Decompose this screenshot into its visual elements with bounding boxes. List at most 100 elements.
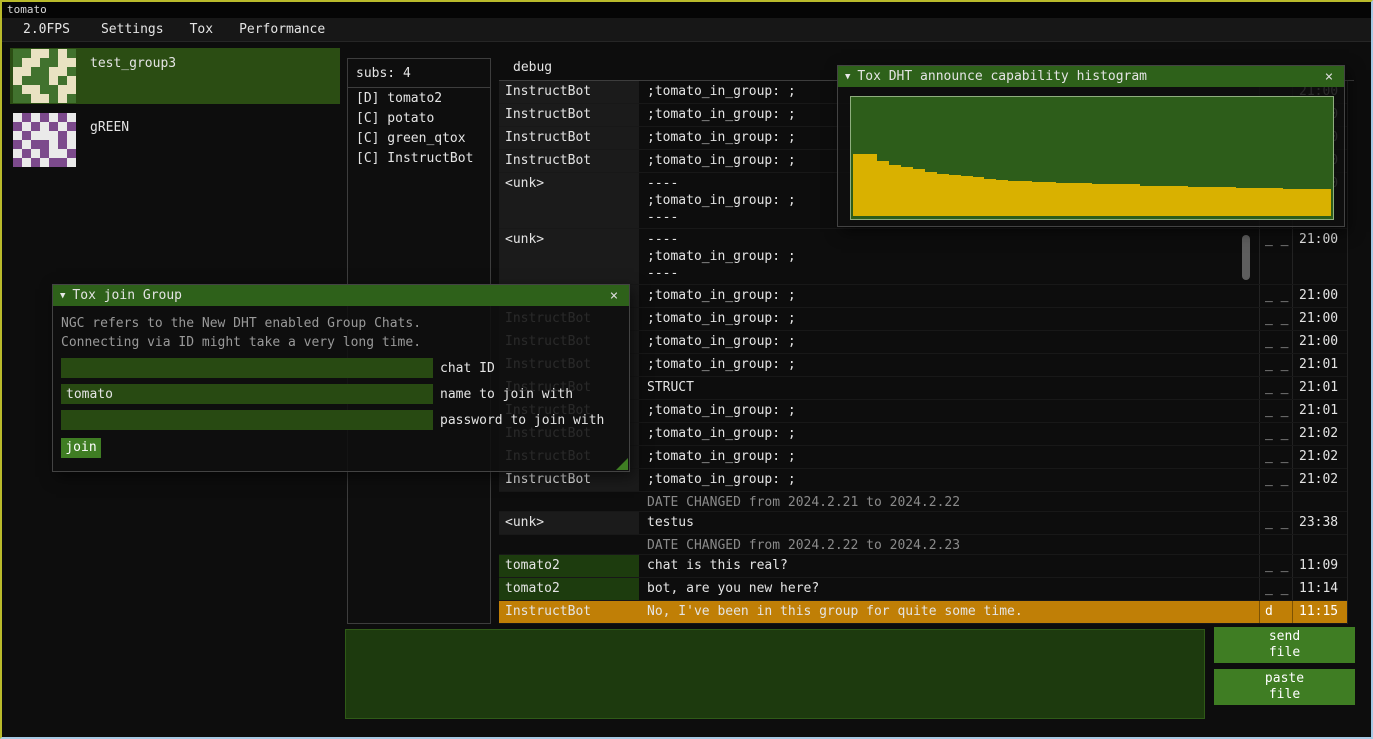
chat-row-author: InstructBot [499, 81, 639, 103]
histogram-bar [1295, 189, 1307, 216]
window-titlebar: tomato [2, 2, 1371, 18]
menu-item[interactable]: Settings [88, 18, 177, 41]
collapse-arrow-icon[interactable]: ▼ [845, 72, 850, 82]
message-input[interactable] [345, 629, 1205, 719]
join-input-label: chat ID [440, 361, 495, 376]
histogram-bar [961, 176, 973, 216]
subs-list-item[interactable]: [C] green_qtox [348, 128, 490, 148]
histogram-bar [1259, 188, 1271, 216]
histogram-bar [1116, 184, 1128, 216]
subs-list-item[interactable]: [D] tomato2 [348, 88, 490, 108]
group-list-item[interactable]: gREEN [10, 112, 340, 168]
join-group-window: ▼ Tox join Group × NGC refers to the New… [52, 284, 630, 472]
group-list: test_group3 gREEN [10, 48, 340, 176]
histogram-bar [1140, 186, 1152, 216]
group-list-item[interactable]: test_group3 [10, 48, 340, 104]
group-avatar [13, 49, 76, 103]
histogram-bar [973, 177, 985, 216]
chat-row-time: 21:02 [1292, 469, 1347, 491]
chat-row: <unk> testus _ _ 23:38 [499, 512, 1347, 535]
chat-row-author: <unk> [499, 512, 639, 534]
join-field-row: password to join with [61, 410, 621, 430]
chat-row-time: 21:01 [1292, 400, 1347, 422]
histogram-bar [913, 169, 925, 216]
chat-row-time: 11:09 [1292, 555, 1347, 577]
histogram-window-title: Tox DHT announce capability histogram [857, 69, 1321, 84]
chat-row-flags: _ _ [1259, 354, 1292, 376]
chat-row-time: 21:01 [1292, 354, 1347, 376]
chat-row-message: ---- ;tomato_in_group: ; ---- [639, 229, 1259, 284]
histogram-bar [1212, 187, 1224, 216]
chat-row-flags: _ _ [1259, 469, 1292, 491]
join-input[interactable] [61, 410, 433, 430]
chat-row-flags: _ _ [1259, 512, 1292, 534]
histogram-bar [889, 165, 901, 216]
resize-grip-icon[interactable] [616, 458, 628, 470]
join-input[interactable]: tomato [61, 384, 433, 404]
menu-item[interactable]: Tox [177, 18, 226, 41]
group-name: test_group3 [90, 56, 176, 71]
chat-row-flags: _ _ [1259, 555, 1292, 577]
histogram-bar [901, 167, 913, 216]
chat-row-author: <unk> [499, 173, 639, 228]
subs-list: [D] tomato2 [C] potato [C] green_qtox [C… [348, 88, 490, 168]
chat-row-author: InstructBot [499, 150, 639, 172]
histogram-bar [1247, 188, 1259, 216]
histogram-window-titlebar[interactable]: ▼ Tox DHT announce capability histogram … [838, 66, 1344, 87]
chat-row-author: InstructBot [499, 601, 639, 623]
histogram-bar [1319, 189, 1331, 216]
join-button[interactable]: join [61, 438, 101, 458]
histogram-bar [1164, 186, 1176, 216]
subs-list-item[interactable]: [C] InstructBot [348, 148, 490, 168]
collapse-arrow-icon[interactable]: ▼ [60, 291, 65, 301]
histogram-bar [1224, 187, 1236, 216]
histogram-bar [1020, 181, 1032, 216]
join-info-line2: Connecting via ID might take a very long… [61, 333, 621, 352]
chat-row-message: No, I've been in this group for quite so… [639, 601, 1259, 623]
join-fields: chat ID tomato name to join with passwor… [61, 358, 621, 430]
histogram-bar [1152, 186, 1164, 216]
histogram-bar [984, 179, 996, 216]
chat-row-author: tomato2 [499, 555, 639, 577]
chat-row-author: <unk> [499, 229, 639, 284]
subs-list-item[interactable]: [C] potato [348, 108, 490, 128]
join-window-titlebar[interactable]: ▼ Tox join Group × [53, 285, 629, 306]
chat-row-flags: d [1259, 601, 1292, 623]
chat-row-time: 21:00 [1292, 308, 1347, 330]
paste-file-button[interactable]: paste file [1214, 669, 1355, 705]
close-icon[interactable]: × [1321, 69, 1337, 85]
chat-row: DATE CHANGED from 2024.2.21 to 2024.2.22 [499, 492, 1347, 512]
chat-row: <unk> ---- ;tomato_in_group: ; ---- _ _ … [499, 229, 1347, 285]
chat-row-author: InstructBot [499, 127, 639, 149]
histogram-bar [1200, 187, 1212, 216]
histogram-bar [853, 154, 865, 216]
chat-scrollbar-thumb[interactable] [1242, 235, 1250, 280]
join-field-row: tomato name to join with [61, 384, 621, 404]
group-name: gREEN [90, 120, 129, 135]
join-input[interactable] [61, 358, 433, 378]
histogram-bar [1188, 187, 1200, 216]
chat-row-message: chat is this real? [639, 555, 1259, 577]
chat-row-message: ;tomato_in_group: ; [639, 354, 1259, 376]
join-window-body: NGC refers to the New DHT enabled Group … [53, 306, 629, 466]
chat-row-message: ;tomato_in_group: ; [639, 469, 1259, 491]
menu-item: 2.0FPS [10, 18, 88, 41]
join-input-label: password to join with [440, 413, 604, 428]
join-info-text: NGC refers to the New DHT enabled Group … [61, 314, 621, 352]
send-file-button[interactable]: send file [1214, 627, 1355, 663]
chat-row-author [499, 535, 639, 554]
histogram-bar [1068, 183, 1080, 216]
chat-row-time: 21:00 [1292, 285, 1347, 307]
chat-row: InstructBot ;tomato_in_group: ; _ _ 21:0… [499, 469, 1347, 492]
chat-row: DATE CHANGED from 2024.2.22 to 2024.2.23 [499, 535, 1347, 555]
histogram-bar [1128, 184, 1140, 216]
chat-row-flags: _ _ [1259, 331, 1292, 353]
histogram-bar [937, 174, 949, 216]
menu-item[interactable]: Performance [226, 18, 338, 41]
chat-row-message: ;tomato_in_group: ; [639, 400, 1259, 422]
chat-row-time: 11:15 [1292, 601, 1347, 623]
chat-row-flags: _ _ [1259, 308, 1292, 330]
close-icon[interactable]: × [606, 288, 622, 304]
chat-row-message: ;tomato_in_group: ; [639, 331, 1259, 353]
chat-row-flags: _ _ [1259, 377, 1292, 399]
